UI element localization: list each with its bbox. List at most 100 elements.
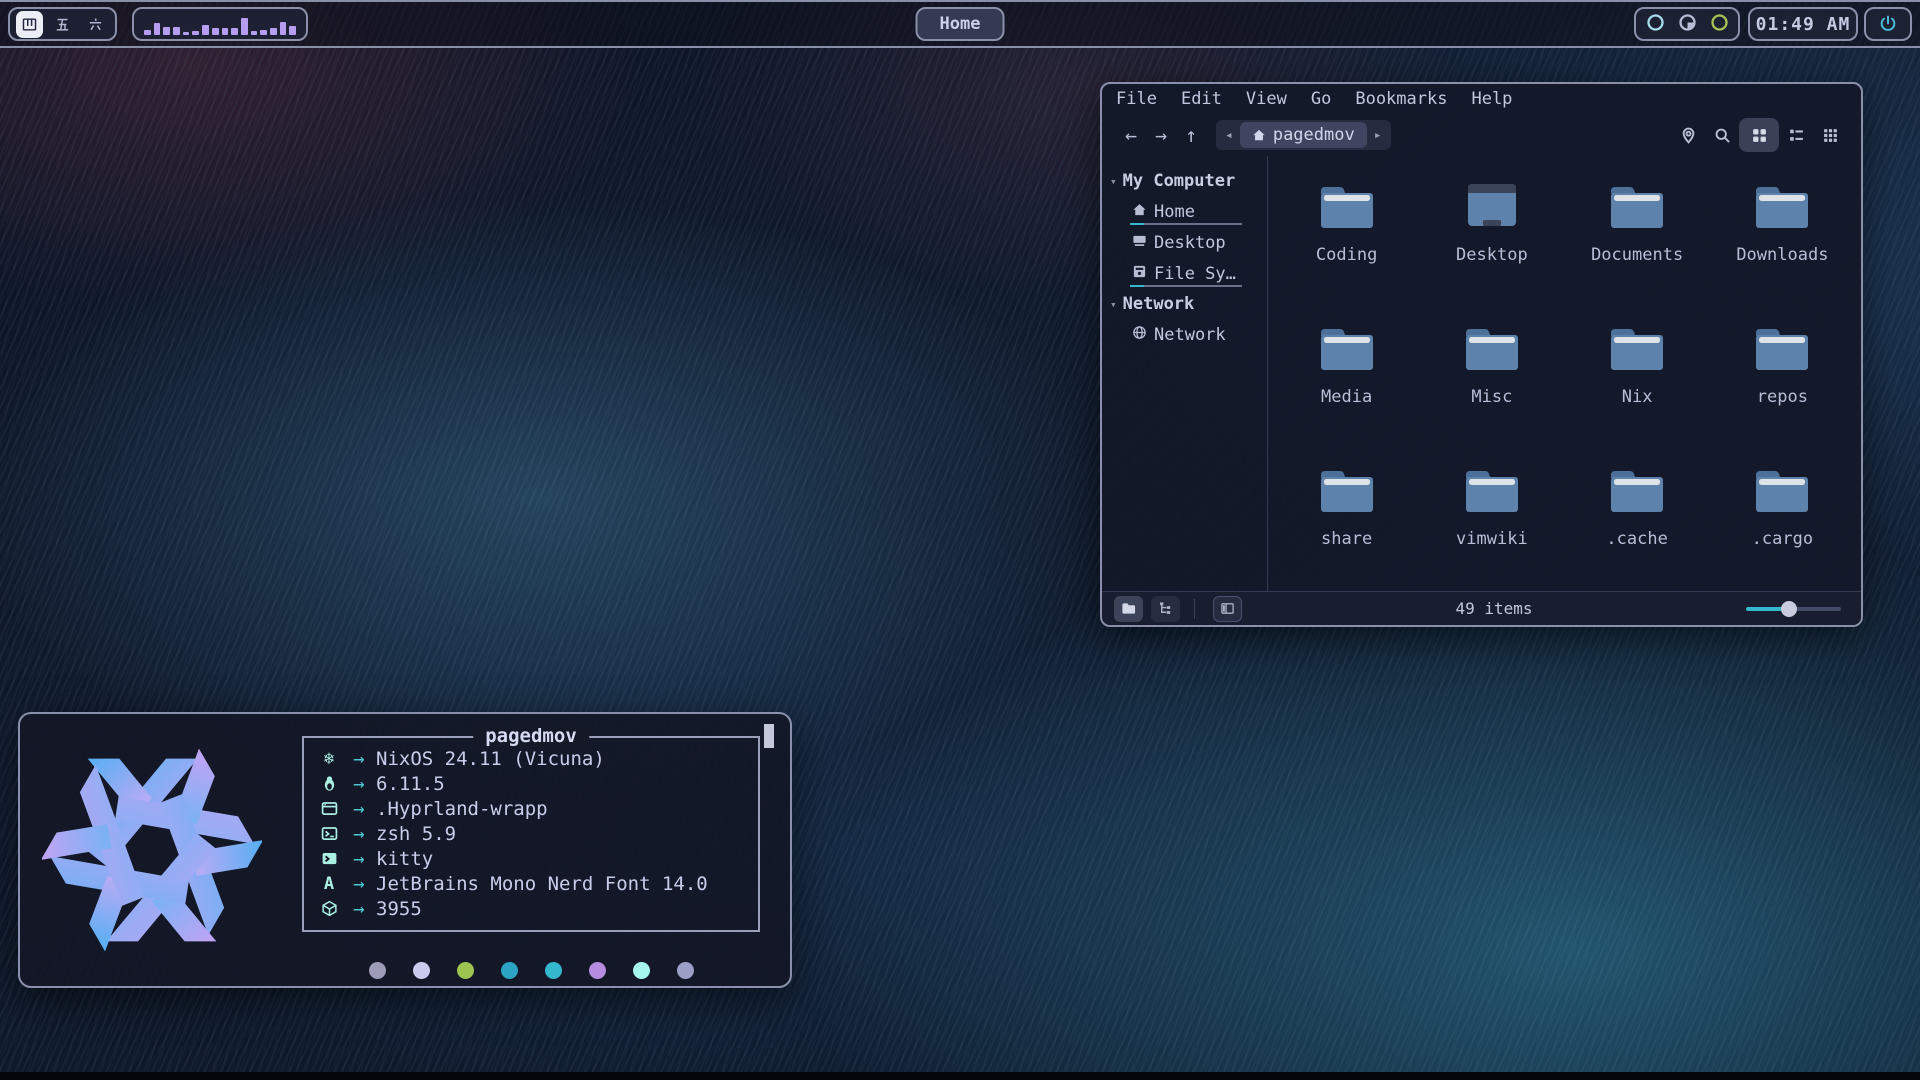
- wm-icon: [316, 800, 342, 817]
- back-button[interactable]: ←: [1116, 123, 1146, 147]
- power-button[interactable]: [1864, 7, 1912, 41]
- folder-dot-cache[interactable]: .cache: [1565, 454, 1710, 596]
- top-bar: Home 01:49 AM: [0, 0, 1920, 48]
- folder-dot-cargo[interactable]: .cargo: [1710, 454, 1855, 596]
- compact-view-button[interactable]: [1813, 118, 1847, 152]
- workspace-六[interactable]: [82, 11, 109, 38]
- fetch-value: 6.11.5: [376, 773, 445, 795]
- up-button[interactable]: ↑: [1176, 123, 1206, 147]
- workspace-五[interactable]: [49, 11, 76, 38]
- menu-go[interactable]: Go: [1311, 89, 1331, 109]
- folder-repos[interactable]: repos: [1710, 312, 1855, 454]
- collapse-triangle-icon: ▾: [1110, 298, 1117, 311]
- visualizer-bar-11: [251, 31, 258, 35]
- folder-misc[interactable]: Misc: [1419, 312, 1564, 454]
- status-bar: 49 items: [1102, 591, 1861, 625]
- menu-edit[interactable]: Edit: [1181, 89, 1222, 109]
- power-icon: [1878, 14, 1898, 34]
- list-view-button[interactable]: [1779, 118, 1813, 152]
- folder-label: Coding: [1316, 245, 1377, 265]
- breadcrumb[interactable]: pagedmov: [1240, 122, 1367, 148]
- globe-icon: [1132, 325, 1147, 345]
- tray-pie-lavender[interactable]: [1678, 13, 1697, 36]
- folder-documents[interactable]: Documents: [1565, 170, 1710, 312]
- visualizer-bar-12: [260, 30, 267, 35]
- palette-dot-2: [457, 962, 474, 979]
- fetch-value: .Hyprland-wrapp: [376, 798, 548, 820]
- shell-icon: [316, 825, 342, 842]
- fetch-row-term: →kitty: [316, 846, 758, 871]
- zoom-slider[interactable]: [1746, 601, 1841, 617]
- tray-ring-green[interactable]: [1710, 13, 1729, 36]
- fetch-row-shell: →zsh 5.9: [316, 821, 758, 846]
- visualizer-bar-13: [270, 28, 277, 35]
- folder-nix[interactable]: Nix: [1565, 312, 1710, 454]
- visualizer-bar-8: [222, 28, 229, 35]
- drive-icon: [1132, 264, 1147, 284]
- folder-icon: [1318, 312, 1376, 376]
- folder-icon: [1318, 170, 1376, 234]
- folder-share[interactable]: share: [1274, 454, 1419, 596]
- zoom-slider-knob[interactable]: [1781, 601, 1797, 617]
- menu-help[interactable]: Help: [1471, 89, 1512, 109]
- terminal-window[interactable]: pagedmov ❄→NixOS 24.11 (Vicuna)→6.11.5→.…: [18, 712, 792, 988]
- arrow-icon: →: [342, 798, 376, 820]
- menu-view[interactable]: View: [1246, 89, 1287, 109]
- tree-pane-button[interactable]: [1151, 596, 1180, 622]
- visualizer-bar-1: [154, 23, 161, 35]
- folder-grid: Coding Desktop Documents Downloads Media Misc…: [1268, 156, 1861, 591]
- fetch-row-wm: →.Hyprland-wrapp: [316, 796, 758, 821]
- toggle-sidepane-button[interactable]: [1213, 596, 1242, 622]
- folder-coding[interactable]: Coding: [1274, 170, 1419, 312]
- selection-underline: [1130, 285, 1242, 287]
- palette-dot-1: [413, 962, 430, 979]
- workspace-switcher: [8, 7, 117, 41]
- fetch-row-pkgs: →3955: [316, 896, 758, 921]
- sidebar-item-network[interactable]: Network: [1102, 319, 1267, 350]
- sidebar-section-my-computer[interactable]: ▾My Computer: [1102, 166, 1267, 196]
- location-pin-icon[interactable]: [1671, 118, 1705, 152]
- sidebar-item-home[interactable]: Home: [1102, 196, 1267, 227]
- menu-bookmarks[interactable]: Bookmarks: [1355, 89, 1447, 109]
- workspace-四-active[interactable]: [16, 11, 43, 38]
- sidebar-section-network[interactable]: ▾Network: [1102, 289, 1267, 319]
- visualizer-bar-2: [163, 27, 170, 35]
- kernel-icon: [316, 775, 342, 792]
- toolbar: ← → ↑ ◂ pagedmov ▸: [1102, 114, 1861, 156]
- search-icon[interactable]: [1705, 118, 1739, 152]
- path-scroll-left-icon[interactable]: ◂: [1218, 128, 1240, 143]
- palette-dot-3: [501, 962, 518, 979]
- visualizer-bar-15: [289, 26, 296, 35]
- forward-button[interactable]: →: [1146, 123, 1176, 147]
- fetch-value: 3955: [376, 898, 422, 920]
- icon-view-button[interactable]: [1739, 118, 1779, 152]
- nixos-logo: [42, 740, 262, 960]
- folder-label: .cache: [1606, 529, 1667, 549]
- places-sidebar: ▾My ComputerHomeDesktopFile Sy…▾NetworkN…: [1102, 156, 1268, 591]
- breadcrumb-path: pagedmov: [1273, 125, 1355, 145]
- visualizer-bar-10: [241, 18, 248, 35]
- folder-media[interactable]: Media: [1274, 312, 1419, 454]
- tray-ring-cyan[interactable]: [1646, 13, 1665, 36]
- active-window-title[interactable]: Home: [916, 7, 1005, 41]
- folder-label: Misc: [1471, 387, 1512, 407]
- visualizer-bar-14: [280, 22, 287, 35]
- sidebar-item-filesy[interactable]: File Sy…: [1102, 258, 1267, 289]
- folder-label: Media: [1321, 387, 1372, 407]
- folder-downloads[interactable]: Downloads: [1710, 170, 1855, 312]
- folder-label: share: [1321, 529, 1372, 549]
- pkgs-icon: [316, 900, 342, 917]
- folder-label: Documents: [1591, 245, 1683, 265]
- system-tray: [1634, 7, 1740, 41]
- arrow-icon: →: [342, 873, 376, 895]
- window-body: ▾My ComputerHomeDesktopFile Sy…▾NetworkN…: [1102, 156, 1861, 591]
- path-scroll-right-icon[interactable]: ▸: [1367, 128, 1389, 143]
- fetch-value: zsh 5.9: [376, 823, 456, 845]
- sidebar-item-desktop[interactable]: Desktop: [1102, 227, 1267, 258]
- folder-vimwiki[interactable]: vimwiki: [1419, 454, 1564, 596]
- visualizer-bar-0: [144, 30, 151, 35]
- places-pane-button[interactable]: [1114, 596, 1143, 622]
- folder-desktop[interactable]: Desktop: [1419, 170, 1564, 312]
- menu-file[interactable]: File: [1116, 89, 1157, 109]
- folder-label: Desktop: [1456, 245, 1528, 265]
